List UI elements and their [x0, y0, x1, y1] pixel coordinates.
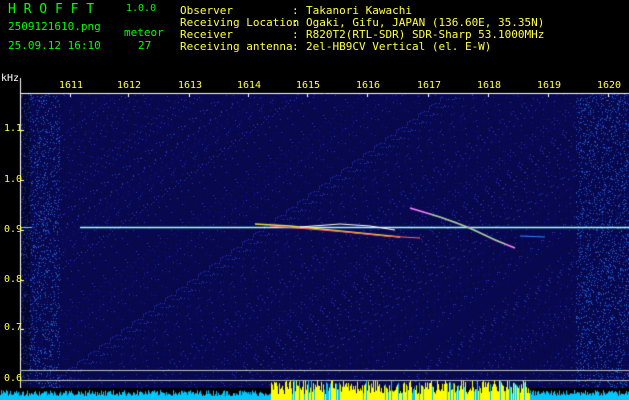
y-tick-label: 0.9 [4, 224, 23, 235]
y-axis-unit: kHz [1, 73, 20, 84]
y-tick-label: 0.8 [4, 274, 23, 285]
x-tick-label: 1613 [178, 80, 203, 91]
info-value-observer: Takanori Kawachi [306, 4, 412, 17]
y-tick-label: 0.6 [4, 373, 23, 384]
info-label-receiver: Receiver [180, 28, 233, 41]
info-label-observer: Observer [180, 4, 233, 17]
hrofft-window: H R O F F T 1.0.0 2509121610.png meteor … [0, 0, 629, 400]
info-colon: : [292, 16, 299, 29]
info-colon: : [292, 4, 299, 17]
x-tick-label: 1618 [477, 80, 502, 91]
detection-label: meteor [124, 26, 164, 39]
info-value-receiver: R820T2(RTL-SDR) SDR-Sharp 53.1000MHz [306, 28, 545, 41]
x-tick-label: 1612 [117, 80, 142, 91]
info-colon: : [292, 28, 299, 41]
y-tick-label: 1.1 [4, 123, 23, 134]
app-version: 1.0.0 [126, 3, 157, 14]
x-tick-label: 1615 [296, 80, 321, 91]
date-time: 25.09.12 16:10 [8, 39, 101, 52]
detection-count: 27 [138, 39, 152, 52]
info-value-antenna: 2el-HB9CV Vertical (el. E-W) [306, 40, 492, 53]
x-tick-label: 1616 [356, 80, 381, 91]
app-name: H R O F F T [8, 2, 95, 17]
spectrogram-canvas [0, 0, 629, 400]
x-tick-label: 1617 [417, 80, 442, 91]
info-value-location: Ogaki, Gifu, JAPAN (136.60E, 35.35N) [306, 16, 545, 29]
info-label-antenna: Receiving antenna [180, 40, 293, 53]
x-tick-label: 1611 [59, 80, 84, 91]
y-tick-label: 0.7 [4, 322, 23, 333]
x-tick-label: 1620 [597, 80, 622, 91]
x-tick-label: 1614 [237, 80, 262, 91]
info-colon: : [292, 40, 299, 53]
info-label-location: Receiving Location [180, 16, 300, 29]
x-tick-label: 1619 [537, 80, 562, 91]
y-tick-label: 1.0 [4, 174, 23, 185]
file-name: 2509121610.png [8, 20, 101, 33]
